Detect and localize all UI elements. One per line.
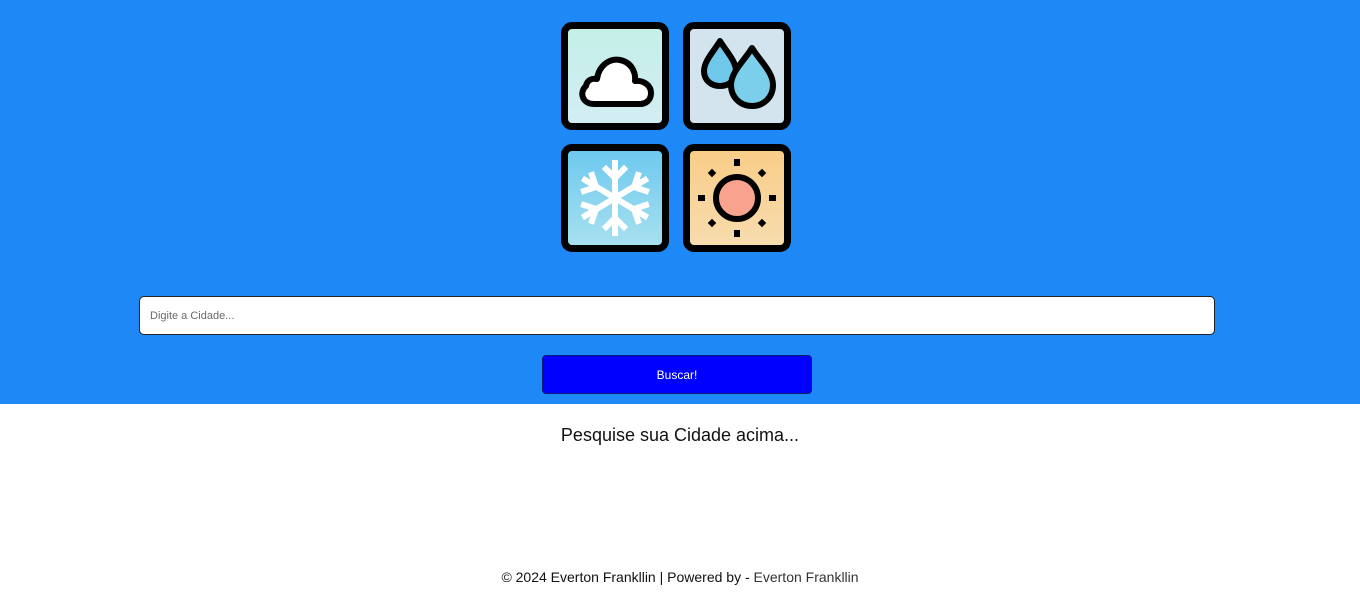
snowflake-icon — [561, 144, 669, 252]
sun-icon — [683, 144, 791, 252]
cloud-icon — [561, 22, 669, 130]
search-prompt-message: Pesquise sua Cidade acima... — [560, 425, 800, 445]
footer-author-link[interactable]: Everton Frankllin — [754, 569, 859, 585]
search-button[interactable]: Buscar! — [542, 355, 812, 394]
footer-copyright: © 2024 Everton Frankllin | Powered by - — [501, 569, 754, 585]
footer: © 2024 Everton Frankllin | Powered by - … — [0, 569, 1360, 585]
water-drops-icon — [683, 22, 791, 130]
city-search-input[interactable] — [139, 296, 1215, 335]
header-banner — [0, 0, 1360, 404]
